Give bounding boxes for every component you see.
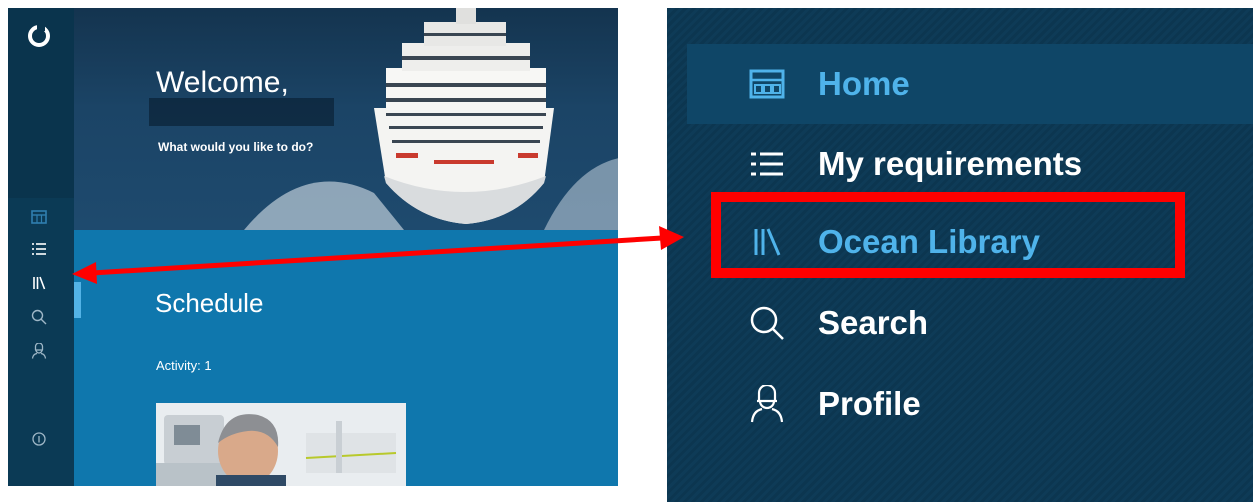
- menu-item-search[interactable]: Search: [818, 304, 928, 342]
- welcome-prompt: What would you like to do?: [158, 140, 314, 154]
- activity-photo[interactable]: [156, 403, 406, 486]
- engineer-photo: [156, 403, 406, 486]
- redacted-username: [149, 98, 334, 126]
- highlight-box: [711, 192, 1185, 278]
- search-icon: [747, 303, 787, 343]
- activity-count: Activity: 1: [156, 358, 212, 373]
- hero-banner: Welcome, What would you like to do?: [74, 8, 618, 230]
- menu-item-profile[interactable]: Profile: [818, 385, 921, 423]
- welcome-heading: Welcome,: [156, 66, 289, 99]
- list-icon: [747, 144, 787, 184]
- list-icon[interactable]: [30, 240, 48, 258]
- library-icon[interactable]: [30, 274, 48, 292]
- profile-icon[interactable]: [30, 342, 48, 360]
- app-screenshot: Welcome, What would you like to do? Sche…: [8, 8, 618, 486]
- info-icon[interactable]: [30, 430, 48, 448]
- profile-icon: [747, 384, 787, 424]
- home-grid-icon[interactable]: [30, 208, 48, 226]
- menu-item-home[interactable]: Home: [818, 65, 910, 103]
- zoomed-navigation-menu: Home My requirements Ocean Library Searc…: [667, 8, 1253, 502]
- schedule-title: Schedule: [155, 288, 264, 318]
- home-grid-icon: [747, 64, 787, 104]
- menu-item-my-requirements[interactable]: My requirements: [818, 145, 1082, 183]
- ocean-logo-icon[interactable]: [28, 23, 50, 47]
- search-icon[interactable]: [30, 308, 48, 326]
- active-indicator: [74, 282, 81, 318]
